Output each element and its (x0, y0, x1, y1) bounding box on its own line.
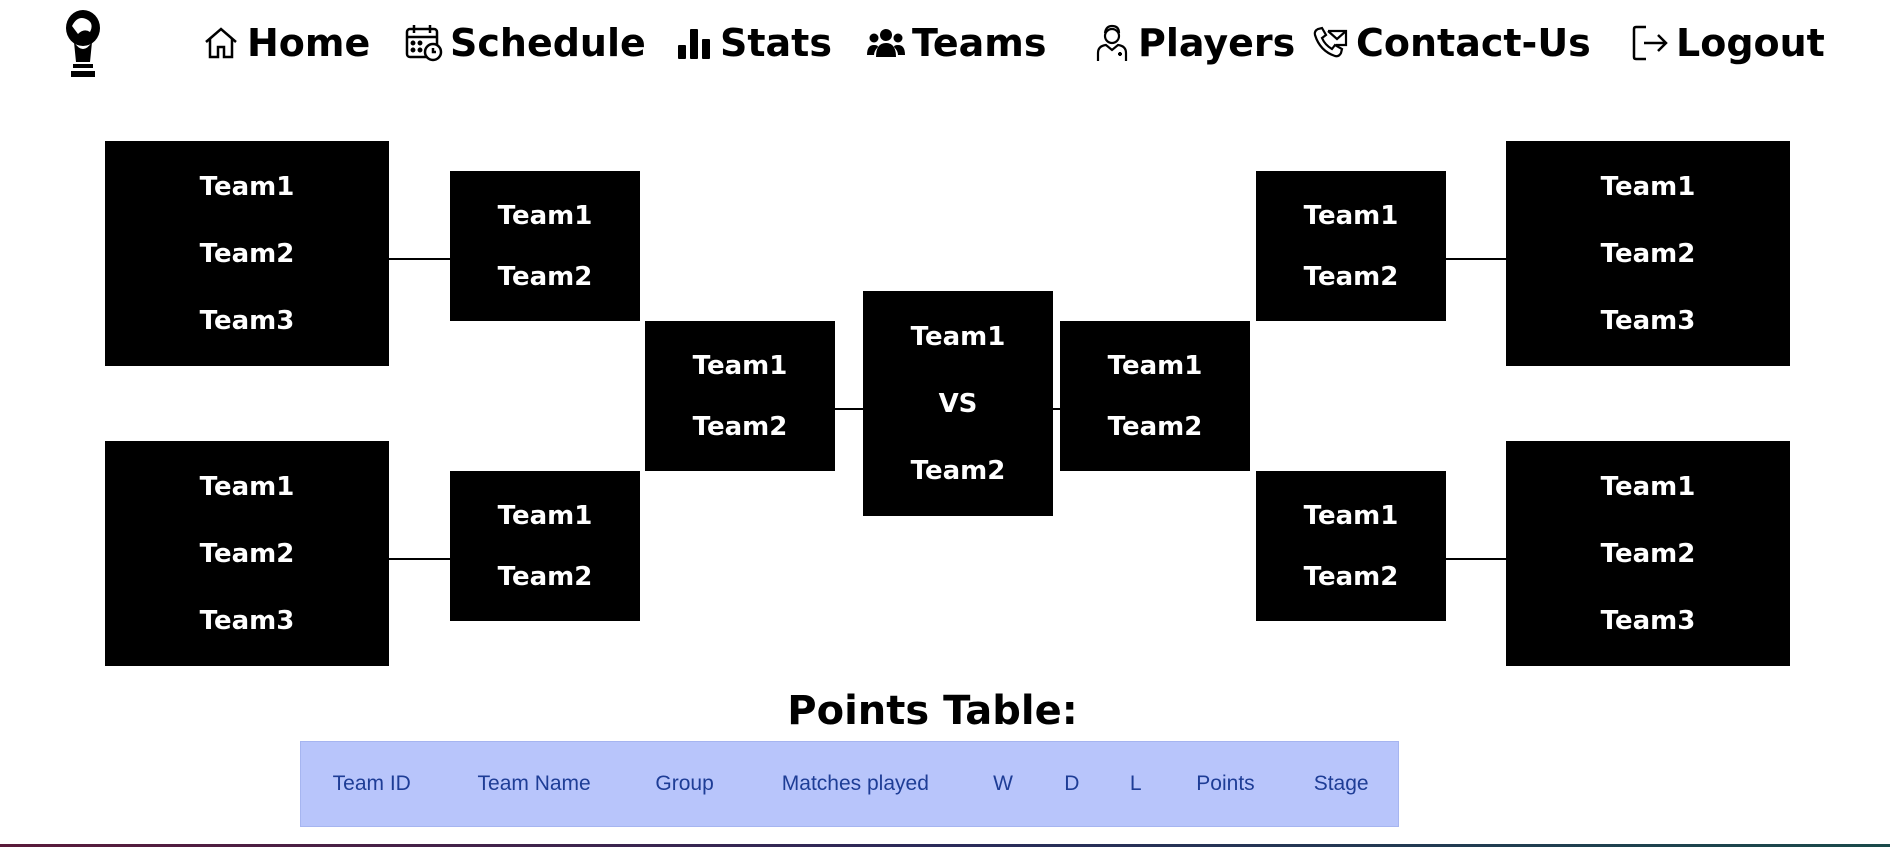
trophy-logo-icon[interactable] (60, 6, 106, 82)
bracket-left-top-match: Team1 Team2 (450, 171, 640, 321)
column-header-team-id[interactable]: Team ID (301, 742, 443, 827)
connector-line (1445, 558, 1507, 560)
nav-logout[interactable]: Logout (1630, 18, 1825, 68)
column-header-losses[interactable]: L (1105, 742, 1167, 827)
team-name: Team1 (1107, 350, 1203, 381)
team-name: Team1 (692, 350, 788, 381)
connector-line (389, 558, 451, 560)
nav-home-label: Home (247, 21, 371, 65)
team-name: Team3 (199, 605, 295, 636)
nav-contact-us-label: Contact-Us (1356, 21, 1591, 65)
column-header-team-name[interactable]: Team Name (442, 742, 625, 827)
logout-icon (1632, 25, 1668, 61)
connector-line (1445, 258, 1507, 260)
nav-players-label: Players (1138, 21, 1296, 65)
points-table-header-row: Team ID Team Name Group Matches played W… (301, 742, 1399, 827)
bracket-final: Team1 VS Team2 (863, 291, 1053, 516)
connector-line (834, 408, 864, 410)
nav-logout-label: Logout (1676, 21, 1825, 65)
bracket-right-bottom-match: Team1 Team2 (1256, 471, 1446, 621)
vs-label: VS (938, 388, 978, 419)
team-name: Team1 (199, 471, 295, 502)
player-icon (1096, 24, 1128, 61)
bracket-right-semi: Team1 Team2 (1060, 321, 1250, 471)
points-table: Team ID Team Name Group Matches played W… (300, 741, 1399, 827)
nav-contact-us[interactable]: Contact-Us (1310, 18, 1591, 68)
team-name: Team1 (497, 200, 593, 231)
bracket-left-bottom-group: Team1 Team2 Team3 (105, 441, 389, 666)
calendar-clock-icon (405, 25, 443, 62)
bracket-left-semi: Team1 Team2 (645, 321, 835, 471)
team-name: Team1 (1303, 200, 1399, 231)
team-name: Team3 (199, 305, 295, 336)
phone-icon (1313, 26, 1348, 58)
team-name: Team3 (1600, 305, 1696, 336)
team-name: Team2 (1303, 561, 1399, 592)
bracket-right-top-match: Team1 Team2 (1256, 171, 1446, 321)
team-name: Team3 (1600, 605, 1696, 636)
team-name: Team1 (199, 171, 295, 202)
users-icon (867, 29, 905, 57)
team-name: Team2 (199, 538, 295, 569)
points-table-title: Points Table: (787, 688, 1078, 734)
team-name: Team2 (1303, 261, 1399, 292)
bracket-left-top-group: Team1 Team2 Team3 (105, 141, 389, 366)
bracket-left-bottom-match: Team1 Team2 (450, 471, 640, 621)
nav-schedule-label: Schedule (450, 21, 646, 65)
team-name: Team2 (910, 455, 1006, 486)
nav-schedule[interactable]: Schedule (404, 18, 646, 68)
team-name: Team1 (1600, 171, 1696, 202)
column-header-wins[interactable]: W (967, 742, 1039, 827)
team-name: Team2 (1600, 238, 1696, 269)
team-name: Team2 (199, 238, 295, 269)
nav-home[interactable]: Home (201, 18, 370, 68)
nav-stats[interactable]: Stats (674, 18, 832, 68)
nav-teams[interactable]: Teams (866, 18, 1047, 68)
nav-stats-label: Stats (720, 21, 832, 65)
nav-players[interactable]: Players (1092, 18, 1295, 68)
team-name: Team1 (1600, 471, 1696, 502)
bracket-right-top-group: Team1 Team2 Team3 (1506, 141, 1790, 366)
home-icon (205, 27, 237, 59)
connector-line (1052, 408, 1060, 410)
team-name: Team2 (1107, 411, 1203, 442)
column-header-points[interactable]: Points (1167, 742, 1285, 827)
team-name: Team2 (497, 561, 593, 592)
nav-teams-label: Teams (912, 21, 1047, 65)
bracket-right-bottom-group: Team1 Team2 Team3 (1506, 441, 1790, 666)
team-name: Team2 (692, 411, 788, 442)
column-header-matches-played[interactable]: Matches played (743, 742, 967, 827)
bar-chart-icon (678, 29, 710, 59)
column-header-draws[interactable]: D (1039, 742, 1105, 827)
team-name: Team2 (497, 261, 593, 292)
team-name: Team1 (497, 500, 593, 531)
team-name: Team2 (1600, 538, 1696, 569)
team-name: Team1 (1303, 500, 1399, 531)
team-name: Team1 (910, 321, 1006, 352)
column-header-group[interactable]: Group (626, 742, 744, 827)
column-header-stage[interactable]: Stage (1284, 742, 1398, 827)
connector-line (389, 258, 451, 260)
